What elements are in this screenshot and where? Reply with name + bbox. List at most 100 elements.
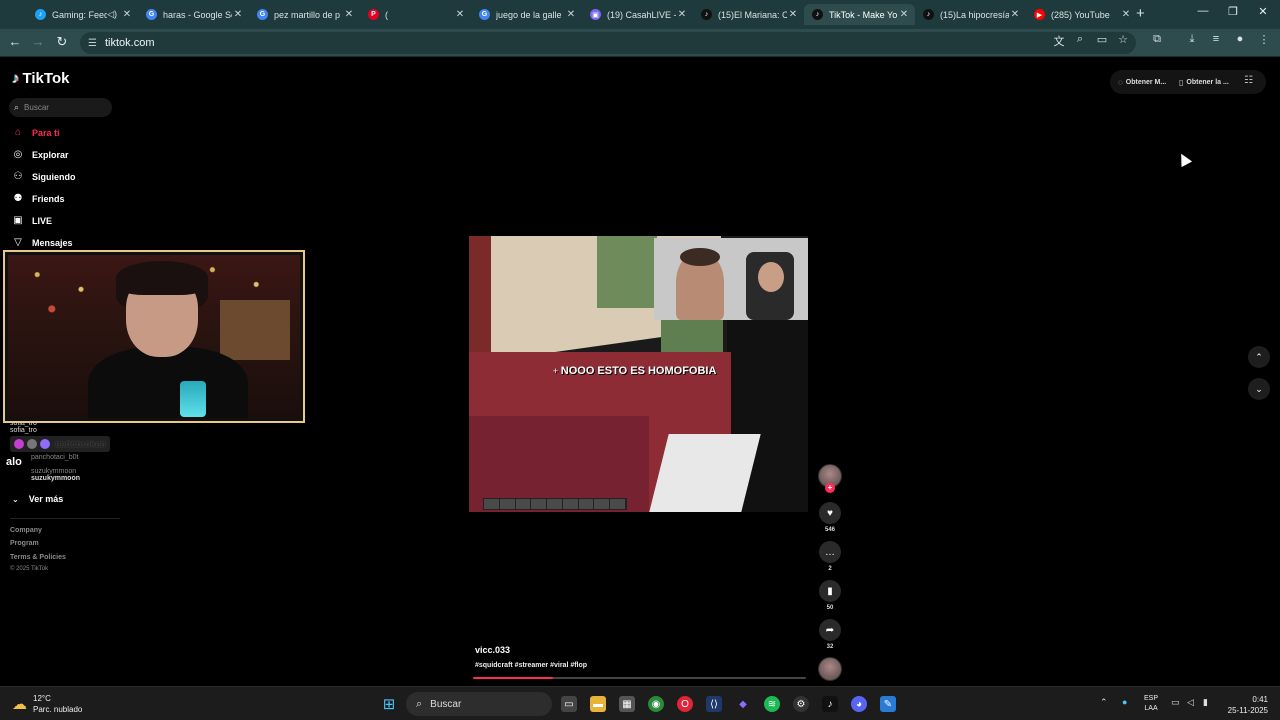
footer-link-company[interactable]: Company xyxy=(10,527,42,534)
like-button[interactable]: ♥ 546 xyxy=(818,502,842,533)
weather-widget[interactable]: ☁ 12°C Parc. nublado xyxy=(12,693,82,715)
tiktok-taskbar-icon[interactable]: ♪ xyxy=(822,696,838,712)
steam-icon[interactable]: ⚙ xyxy=(793,696,809,712)
network-icon[interactable]: ▭ xyxy=(1171,697,1180,708)
sidebar-item-para-ti[interactable]: ⌂ Para ti xyxy=(11,127,60,138)
tab-audio-icon[interactable]: ◁) xyxy=(107,9,117,20)
followed-account-name: panchotaci_b0t xyxy=(31,454,79,461)
tab-close-icon[interactable]: ✕ xyxy=(787,9,799,20)
tab-close-icon[interactable]: ✕ xyxy=(1120,9,1132,20)
tab-title: (19) CasahLIVE - xyxy=(607,9,676,20)
browser-tab[interactable]: ♪ (15)La hipocresía ✕ xyxy=(915,4,1026,25)
get-coins-button[interactable]: ◌ Obtener M... xyxy=(1118,75,1166,89)
taskbar-search[interactable]: ⌕ Buscar xyxy=(406,692,552,716)
tab-close-icon[interactable]: ✕ xyxy=(676,9,688,20)
task-view-icon[interactable]: ▭ xyxy=(561,696,577,712)
video-player[interactable]: + NOOO ESTO ES HOMOFOBIA xyxy=(469,236,808,512)
forward-button[interactable]: → xyxy=(29,34,47,49)
tab-close-icon[interactable]: ✕ xyxy=(565,9,577,20)
close-window-button[interactable]: ✕ xyxy=(1248,5,1278,18)
zoom-icon[interactable]: ⌕ xyxy=(1072,33,1088,46)
browser-tab[interactable]: Gpez martillo de p ✕ xyxy=(249,4,360,25)
app-icon[interactable]: ✎ xyxy=(880,696,896,712)
heart-badge-icon xyxy=(14,439,24,449)
system-clock[interactable]: 0:41 25-11-2025 xyxy=(1222,694,1268,716)
store-icon[interactable]: ▦ xyxy=(619,696,635,712)
spotify-icon[interactable]: ≋ xyxy=(764,696,780,712)
tiktok-logo[interactable]: ♪ TikTok xyxy=(12,70,69,87)
video-hashtags[interactable]: #squidcraft #streamer #viral #flop xyxy=(475,662,587,669)
browser-tab[interactable]: ▣ (19) CasahLIVE - ✕ xyxy=(582,4,693,25)
site-info-icon[interactable]: ☰ xyxy=(88,38,97,49)
tray-overflow-icon[interactable]: ⌃ xyxy=(1100,697,1108,708)
music-disc-icon[interactable] xyxy=(818,657,842,681)
footer-link-program[interactable]: Program xyxy=(10,540,39,547)
menu-icon[interactable]: ⋮ xyxy=(1256,33,1272,46)
sidebar-item-live[interactable]: ▣ LIVE xyxy=(11,215,52,226)
followed-account[interactable]: suzukymmoon suzukymmoon xyxy=(31,468,80,482)
extensions-icon[interactable]: ⧉ xyxy=(1149,33,1165,46)
video-author[interactable]: vicc.033 xyxy=(475,645,510,655)
obsidian-icon[interactable]: ◆ xyxy=(735,696,751,712)
battery-icon[interactable]: ▮ xyxy=(1203,697,1208,708)
windows-start-icon[interactable]: ⊞ xyxy=(381,696,397,713)
sidebar-item-friends[interactable]: ⚉ Friends xyxy=(11,193,65,204)
browser-tab[interactable]: Gjuego de la galle ✕ xyxy=(471,4,582,25)
media-control-icon[interactable]: ≡ xyxy=(1208,33,1224,45)
microphone-icon[interactable]: ● xyxy=(1122,697,1127,707)
share-button[interactable]: ➦ 32 xyxy=(818,619,842,650)
bookmark-star-icon[interactable]: ☆ xyxy=(1115,33,1131,46)
browser-tab[interactable]: ♪ TikTok - Make Yo ✕ xyxy=(804,4,915,25)
language-indicator[interactable]: ESP LAA xyxy=(1144,694,1158,714)
tab-close-icon[interactable]: ✕ xyxy=(898,9,910,20)
cast-icon[interactable]: ▭ xyxy=(1094,33,1110,46)
vscode-icon[interactable]: ⟨⟩ xyxy=(706,696,722,712)
comment-button[interactable]: … 2 xyxy=(818,541,842,572)
restore-button[interactable]: ❐ xyxy=(1218,5,1248,18)
address-bar[interactable]: ☰ tiktok.com xyxy=(80,32,1136,54)
next-video-button[interactable]: ⌄ xyxy=(1248,378,1270,400)
video-progress-bar[interactable] xyxy=(473,677,806,679)
tab-close-icon[interactable]: ✕ xyxy=(232,9,244,20)
follow-plus-icon[interactable]: + xyxy=(825,483,835,493)
opera-icon[interactable]: O xyxy=(677,696,693,712)
messages-inbox-icon[interactable]: ☷ xyxy=(1244,75,1253,86)
share-count: 32 xyxy=(826,644,834,650)
profile-avatar-icon[interactable]: ● xyxy=(1232,33,1248,45)
browser-tab[interactable]: ♪ (15)El Mariana: C ✕ xyxy=(693,4,804,25)
streamer-body xyxy=(88,347,248,418)
volume-icon[interactable]: ◁ xyxy=(1187,697,1194,708)
sidebar-item-mensajes[interactable]: ▽ Mensajes xyxy=(11,237,72,248)
discord-icon[interactable]: ◕ xyxy=(851,696,867,712)
search-input[interactable]: ⌕ Buscar xyxy=(9,98,112,117)
reload-button[interactable]: ↻ xyxy=(53,34,71,50)
tab-favicon-icon: G xyxy=(479,9,490,20)
browser-tab[interactable]: P (✕ xyxy=(360,4,471,25)
footer-link-terms[interactable]: Terms & Policies xyxy=(10,554,66,561)
sidebar-item-siguiendo[interactable]: ⚇ Siguiendo xyxy=(11,171,76,182)
sidebar-item-explorar[interactable]: ◎ Explorar xyxy=(11,149,69,160)
see-more-button[interactable]: ⌄ Ver más xyxy=(12,494,63,504)
download-icon[interactable]: ⤓ xyxy=(1184,33,1200,46)
followed-account[interactable]: panchotaci_b0t xyxy=(31,454,78,461)
clock-time: 0:41 xyxy=(1252,695,1268,704)
get-app-button[interactable]: ▯ Obtener la ... xyxy=(1179,75,1229,89)
tab-close-icon[interactable]: ✕ xyxy=(121,9,133,20)
tab-close-icon[interactable]: ✕ xyxy=(454,9,466,20)
tab-favicon-icon: ▶ xyxy=(1034,9,1045,20)
browser-tab[interactable]: ♪ Gaming: Feed ◁) ✕ xyxy=(27,4,138,25)
translate-icon[interactable]: 文 xyxy=(1051,33,1067,49)
tab-close-icon[interactable]: ✕ xyxy=(343,9,355,20)
chrome-icon[interactable]: ◉ xyxy=(648,696,664,712)
keyboard-layout: LAA xyxy=(1144,705,1158,712)
previous-video-button[interactable]: ⌃ xyxy=(1248,346,1270,368)
browser-tab[interactable]: Gharas - Google Se ✕ xyxy=(138,4,249,25)
save-button[interactable]: ▮ 50 xyxy=(818,580,842,611)
tab-close-icon[interactable]: ✕ xyxy=(1009,9,1021,20)
windows-taskbar: ☁ 12°C Parc. nublado ⊞ ⌕ Buscar ▭ ▬ ▦ ◉ … xyxy=(0,686,1280,720)
back-button[interactable]: ← xyxy=(6,34,24,49)
new-tab-button[interactable]: + xyxy=(1136,5,1145,22)
minimize-button[interactable]: — xyxy=(1188,5,1218,17)
file-explorer-icon[interactable]: ▬ xyxy=(590,696,606,712)
browser-tab[interactable]: ▶ (285) YouTube ✕ xyxy=(1026,4,1137,25)
